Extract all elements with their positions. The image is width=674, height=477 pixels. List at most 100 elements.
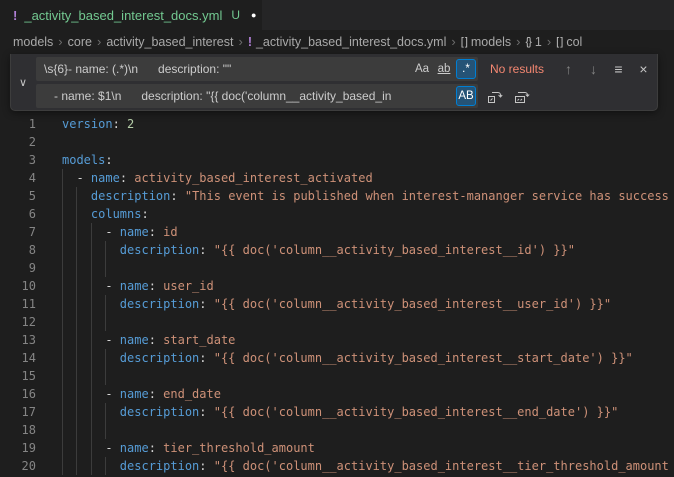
use-regex-toggle[interactable]: .* xyxy=(456,59,476,79)
find-query: \s{6}- name: (.*)\n description: "" xyxy=(44,57,410,81)
breadcrumb-separator-icon: › xyxy=(58,34,62,49)
replace-button[interactable] xyxy=(484,86,505,107)
breadcrumb-item[interactable]: !_activity_based_interest_docs.yml xyxy=(248,35,447,49)
code-token: "{{ doc('column__activity_based_interest… xyxy=(214,297,611,311)
indent-guide xyxy=(62,421,63,439)
indent-guide xyxy=(76,367,77,385)
line-number[interactable]: 10 xyxy=(0,277,36,295)
line-number[interactable]: 3 xyxy=(0,151,36,169)
editor[interactable]: 1 version: 2 23 models: 4 - name: activity_b… xyxy=(0,53,674,477)
code-line[interactable]: - name: id xyxy=(62,223,178,241)
line-number[interactable]: 4 xyxy=(0,169,36,187)
line-number[interactable]: 8 xyxy=(0,241,36,259)
line-number[interactable]: 16 xyxy=(0,385,36,403)
code-line[interactable]: description: "{{ doc('column__activity_b… xyxy=(62,295,611,313)
code-token: description xyxy=(120,405,199,419)
code-token: - xyxy=(62,333,120,347)
code-token: description xyxy=(120,297,199,311)
indent-guide xyxy=(105,367,106,385)
code-line[interactable]: - name: end_date xyxy=(62,385,221,403)
line-number[interactable]: 1 xyxy=(0,115,36,133)
breadcrumb: models › core › activity_based_interest › !_ac… xyxy=(0,30,674,53)
breadcrumb-label: activity_based_interest xyxy=(106,35,233,49)
code-line[interactable]: - name: start_date xyxy=(62,331,235,349)
code-line[interactable]: description: "This event is published wh… xyxy=(62,187,669,205)
code-token: - xyxy=(62,441,120,455)
whole-word-toggle[interactable]: ab xyxy=(434,59,454,79)
array-icon: [ ] xyxy=(461,36,467,48)
previous-match-button[interactable]: ↑ xyxy=(558,59,579,80)
indent-guide xyxy=(76,421,77,439)
line-number[interactable]: 15 xyxy=(0,367,36,385)
line-number[interactable]: 5 xyxy=(0,187,36,205)
code-line[interactable]: description: "{{ doc('column__activity_b… xyxy=(62,241,575,259)
indent-guide xyxy=(91,313,92,331)
next-match-button[interactable]: ↓ xyxy=(583,59,604,80)
match-case-toggle[interactable]: Aa xyxy=(412,59,432,79)
code-token xyxy=(62,189,91,203)
line-number[interactable]: 9 xyxy=(0,259,36,277)
line-number[interactable]: 7 xyxy=(0,223,36,241)
close-button[interactable]: × xyxy=(633,59,654,80)
code-token: version xyxy=(62,117,113,131)
yaml-file-icon: ! xyxy=(13,8,17,23)
code-line[interactable]: - name: user_id xyxy=(62,277,214,295)
line-number[interactable]: 14 xyxy=(0,349,36,367)
code-line[interactable]: version: 2 xyxy=(62,115,134,133)
breadcrumb-item[interactable]: {}1 xyxy=(526,35,542,49)
find-in-selection-button[interactable]: ≡ xyxy=(608,59,629,80)
code-token: - xyxy=(62,225,120,239)
line-number[interactable]: 6 xyxy=(0,205,36,223)
indent-guide xyxy=(105,421,106,439)
breadcrumb-item[interactable]: [ ] models xyxy=(461,35,511,49)
breadcrumb-separator-icon: › xyxy=(238,34,242,49)
breadcrumb-item[interactable]: activity_based_interest xyxy=(106,35,233,49)
preserve-case-toggle[interactable]: AB xyxy=(456,86,476,106)
breadcrumb-separator-icon: › xyxy=(547,34,551,49)
breadcrumb-item[interactable]: [ ]col xyxy=(556,35,582,49)
breadcrumb-label: col xyxy=(566,35,582,49)
indent-guide xyxy=(105,259,106,277)
find-row: \s{6}- name: (.*)\n description: "" Aaab… xyxy=(36,57,654,81)
modified-dot-icon[interactable]: ● xyxy=(251,10,256,20)
line-number[interactable]: 2 xyxy=(0,133,36,151)
code-token: description xyxy=(120,243,199,257)
tab-active[interactable]: ! _activity_based_interest_docs.yml U ● xyxy=(0,0,262,30)
breadcrumb-label: models xyxy=(471,35,511,49)
replace-input[interactable]: - name: $1\n description: "{{ doc('colum… xyxy=(36,84,478,108)
find-input[interactable]: \s{6}- name: (.*)\n description: "" Aaab… xyxy=(36,57,478,81)
code-line[interactable]: description: "{{ doc('column__activity_b… xyxy=(62,349,633,367)
line-number[interactable]: 20 xyxy=(0,457,36,475)
code-token: : xyxy=(149,387,163,401)
code-token: columns xyxy=(91,207,142,221)
line-number[interactable]: 11 xyxy=(0,295,36,313)
toggle-replace-button[interactable]: ∨ xyxy=(11,54,35,110)
code-token: - xyxy=(62,171,91,185)
line-number[interactable]: 12 xyxy=(0,313,36,331)
replace-all-button[interactable] xyxy=(511,86,532,107)
code-line[interactable]: description: "{{ doc('column__activity_b… xyxy=(62,457,669,475)
line-number[interactable]: 17 xyxy=(0,403,36,421)
code-line[interactable]: description: "{{ doc('column__activity_b… xyxy=(62,403,618,421)
code-line[interactable]: models: xyxy=(62,151,113,169)
indent-guide xyxy=(91,259,92,277)
code-token: : xyxy=(199,297,213,311)
code-line[interactable]: - name: activity_based_interest_activate… xyxy=(62,169,373,187)
code-line[interactable]: columns: xyxy=(62,205,149,223)
arrow-up-icon: ↑ xyxy=(565,61,572,77)
code-token: user_id xyxy=(163,279,214,293)
code-token: "This event is published when interest-m… xyxy=(185,189,669,203)
code-token: : xyxy=(149,333,163,347)
line-number[interactable]: 13 xyxy=(0,331,36,349)
code-token xyxy=(62,459,120,473)
indent-guide xyxy=(91,367,92,385)
tab-title: _activity_based_interest_docs.yml xyxy=(24,8,222,23)
code-line[interactable]: - name: tier_threshold_amount xyxy=(62,439,315,457)
replace-row: - name: $1\n description: "{{ doc('colum… xyxy=(36,84,654,108)
breadcrumb-item[interactable]: core xyxy=(68,35,92,49)
code-token: name xyxy=(120,333,149,347)
line-number[interactable]: 18 xyxy=(0,421,36,439)
breadcrumb-item[interactable]: models xyxy=(13,35,53,49)
line-number[interactable]: 19 xyxy=(0,439,36,457)
code-token: "{{ doc('column__activity_based_interest… xyxy=(214,243,575,257)
